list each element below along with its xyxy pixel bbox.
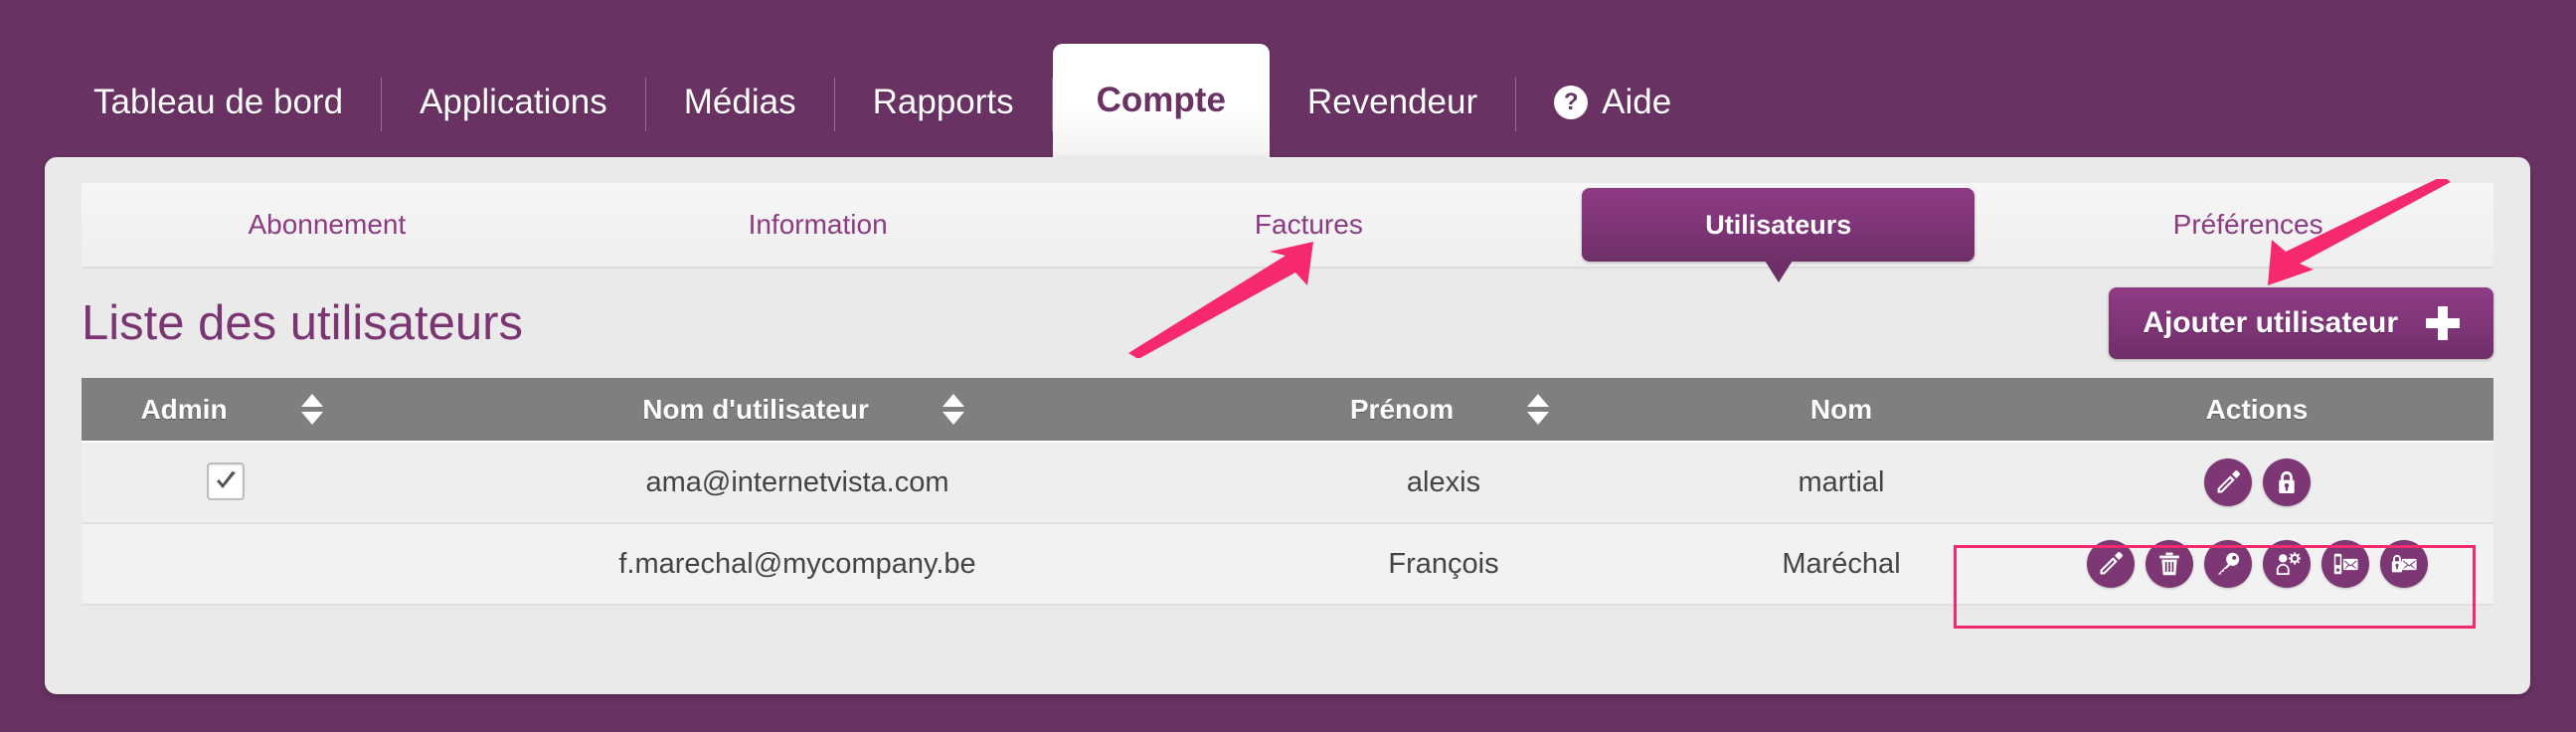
page-root: Tableau de bord Applications Médias Rapp…: [0, 0, 2576, 732]
account-panel: Abonnement Information Factures Utilisat…: [45, 157, 2530, 694]
nav-medias[interactable]: Médias: [646, 48, 834, 157]
column-header-actions: Actions: [2020, 378, 2493, 442]
tab-utilisateurs[interactable]: Utilisateurs: [1582, 188, 1975, 282]
nav-revendeur[interactable]: Revendeur: [1270, 48, 1515, 157]
plus-icon: [2426, 306, 2460, 340]
nav-applications[interactable]: Applications: [382, 48, 645, 157]
users-table-head: Admin Nom d'utilisateur Prénom Nom Actio…: [82, 378, 2493, 442]
table-row: f.marechal@mycompany.be François Marécha…: [82, 522, 2493, 606]
page-title: Liste des utilisateurs: [82, 296, 523, 350]
column-header-lastname: Nom: [1662, 378, 2020, 442]
cell-admin: [82, 441, 370, 524]
trash-icon[interactable]: [2145, 540, 2193, 588]
pencil-icon[interactable]: [2203, 458, 2252, 506]
cell-lastname: Maréchal: [1662, 522, 2020, 606]
lock-mail-icon[interactable]: [2379, 540, 2428, 588]
nav-aide-label: Aide: [1602, 83, 1672, 121]
column-header-firstname-label: Prénom: [1349, 393, 1455, 425]
users-table: Admin Nom d'utilisateur Prénom Nom Actio…: [82, 378, 2493, 606]
tab-factures[interactable]: Factures: [1064, 183, 1555, 267]
pencil-icon[interactable]: [2086, 540, 2135, 588]
cell-username: f.marechal@mycompany.be: [370, 522, 1225, 606]
column-header-username[interactable]: Nom d'utilisateur: [370, 378, 1225, 442]
column-header-lastname-label: Nom: [1809, 393, 1873, 425]
main-navigation: Tableau de bord Applications Médias Rapp…: [0, 0, 2576, 157]
page-header-row: Liste des utilisateurs Ajouter utilisate…: [82, 269, 2493, 378]
sort-updown-icon[interactable]: [1527, 394, 1550, 425]
nav-compte[interactable]: Compte: [1052, 44, 1270, 157]
column-header-username-label: Nom d'utilisateur: [642, 393, 869, 425]
add-user-label: Ajouter utilisateur: [2143, 306, 2398, 339]
cell-username: ama@internetvista.com: [370, 441, 1225, 524]
table-header-row: Admin Nom d'utilisateur Prénom Nom Actio…: [82, 378, 2493, 442]
key-icon[interactable]: [2203, 540, 2252, 588]
column-header-admin[interactable]: Admin: [82, 378, 370, 442]
question-mark-icon: ?: [1554, 86, 1589, 119]
column-header-firstname[interactable]: Prénom: [1225, 378, 1662, 442]
nav-tableau-de-bord[interactable]: Tableau de bord: [56, 48, 381, 157]
table-row: ama@internetvista.com alexis martial: [82, 441, 2493, 524]
add-user-button[interactable]: Ajouter utilisateur: [2109, 287, 2493, 359]
sort-updown-icon[interactable]: [300, 394, 323, 425]
lock-icon[interactable]: [2262, 458, 2311, 506]
account-subtabs: Abonnement Information Factures Utilisat…: [82, 183, 2493, 282]
column-header-admin-label: Admin: [140, 393, 228, 425]
cell-firstname: alexis: [1225, 441, 1662, 524]
users-table-body: ama@internetvista.com alexis martial f.m…: [82, 441, 2493, 606]
tab-preferences[interactable]: Préférences: [2002, 183, 2493, 267]
sort-updown-icon[interactable]: [942, 394, 964, 425]
cell-lastname: martial: [1662, 441, 2020, 524]
user-settings-icon[interactable]: [2262, 540, 2311, 588]
admin-checkbox-checked[interactable]: [207, 462, 245, 500]
column-header-actions-label: Actions: [2205, 393, 2309, 425]
cell-admin: [82, 522, 370, 606]
cell-actions: [2020, 522, 2493, 606]
tab-abonnement[interactable]: Abonnement: [82, 183, 573, 267]
tab-information[interactable]: Information: [573, 183, 1064, 267]
nav-aide[interactable]: ? Aide: [1516, 48, 1709, 157]
cell-actions: [2020, 441, 2493, 524]
nav-rapports[interactable]: Rapports: [835, 48, 1052, 157]
phone-mail-icon[interactable]: [2320, 540, 2369, 588]
cell-firstname: François: [1225, 522, 1662, 606]
